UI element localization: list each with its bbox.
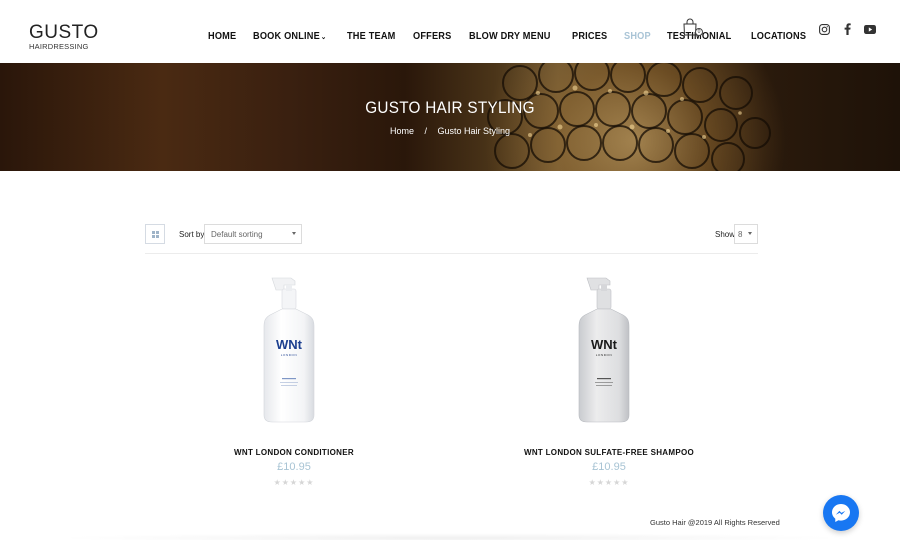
youtube-icon[interactable] [864, 23, 876, 35]
site-header: GUSTO HAIRDRESSING HOME BOOK ONLINE⌄ THE… [0, 0, 900, 63]
chevron-down-icon [292, 232, 296, 235]
bottle-sub-text: LONDON [596, 353, 612, 357]
show-count-value: 8 [738, 230, 743, 239]
chevron-down-icon: ⌄ [320, 34, 327, 41]
chevron-down-icon [748, 232, 752, 235]
nav-item-book-online[interactable]: BOOK ONLINE⌄ [253, 31, 326, 42]
product-image-conditioner[interactable]: WNt LONDON [169, 275, 419, 435]
show-count-label: Show [715, 230, 736, 239]
nav-item-blow-dry-menu[interactable]: BLOW DRY MENU [469, 31, 551, 42]
bottle-brand-text: WNt [276, 337, 303, 352]
product-price: £10.95 [592, 461, 626, 473]
nav-item-shop[interactable]: SHOP [624, 31, 651, 42]
shop-toolbar: Sort by Default sorting Show 8 [145, 224, 758, 245]
product-price: £10.95 [277, 461, 311, 473]
product-image-shampoo[interactable]: WNt LONDON [484, 275, 734, 435]
footer-shadow [50, 533, 850, 540]
nav-item-offers[interactable]: OFFERS [413, 31, 451, 42]
sort-by-label: Sort by [179, 230, 205, 239]
show-count-select[interactable]: 8 [734, 224, 758, 244]
product-title[interactable]: WNT LONDON SULFATE-FREE SHAMPOO [484, 448, 734, 457]
site-logo[interactable]: GUSTO HAIRDRESSING [29, 22, 99, 51]
star-rating: ★★★★★ [273, 478, 315, 487]
social-links [818, 23, 887, 35]
instagram-icon[interactable] [818, 23, 830, 35]
product-title[interactable]: WNT LONDON CONDITIONER [169, 448, 419, 457]
nav-item-locations[interactable]: LOCATIONS [751, 31, 806, 42]
page-title: GUSTO HAIR STYLING [365, 98, 535, 117]
sort-select[interactable]: Default sorting [204, 224, 302, 244]
bottle-brand-text: WNt [591, 337, 618, 352]
nav-item-the-team[interactable]: THE TEAM [347, 31, 396, 42]
grid-view-button[interactable] [145, 224, 165, 244]
toolbar-divider [145, 253, 758, 254]
logo-main-text: GUSTO [29, 22, 99, 43]
breadcrumb: Home / Gusto Hair Styling [0, 126, 900, 136]
main-nav: HOME BOOK ONLINE⌄ THE TEAM OFFERS BLOW D… [208, 31, 825, 42]
cart-count-badge: 0 [695, 28, 703, 36]
grid-icon [151, 230, 159, 238]
cart-button[interactable]: 0 [683, 18, 703, 36]
messenger-icon [832, 504, 850, 522]
logo-sub-text: HAIRDRESSING [29, 42, 89, 51]
facebook-icon[interactable] [841, 23, 853, 35]
bottle-sub-text: LONDON [281, 353, 297, 357]
messenger-chat-button[interactable] [823, 495, 859, 531]
sort-select-value: Default sorting [211, 230, 263, 239]
breadcrumb-current: Gusto Hair Styling [437, 126, 511, 136]
breadcrumb-home-link[interactable]: Home [390, 126, 414, 136]
breadcrumb-separator: / [424, 126, 427, 136]
nav-item-prices[interactable]: PRICES [572, 31, 607, 42]
copyright-text: Gusto Hair @2019 All Rights Reserved [650, 518, 780, 527]
nav-item-home[interactable]: HOME [208, 31, 236, 42]
page-hero: GUSTO HAIR STYLING Home / Gusto Hair Sty… [0, 63, 900, 171]
star-rating: ★★★★★ [588, 478, 630, 487]
